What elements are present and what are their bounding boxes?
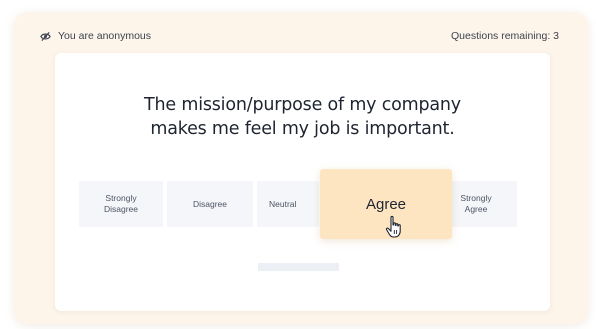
option-strongly-disagree-line-1: Strongly	[105, 193, 137, 203]
eye-slash-icon	[40, 31, 51, 41]
progress-bar	[258, 263, 339, 271]
option-neutral[interactable]: Neutral	[257, 181, 319, 227]
option-strongly-disagree[interactable]: Strongly Disagree	[79, 181, 163, 227]
option-disagree-label: Disagree	[192, 198, 228, 209]
hand-pointer-icon	[385, 215, 401, 238]
option-disagree[interactable]: Disagree	[167, 181, 253, 227]
questions-remaining: Questions remaining: 3	[451, 30, 559, 42]
anonymous-indicator: You are anonymous	[40, 30, 151, 42]
option-agree-label: Agree	[365, 195, 407, 213]
option-strongly-agree-line-1: Strongly	[460, 193, 492, 203]
question-line-2: makes me feel my job is important.	[150, 119, 455, 139]
anonymous-label: You are anonymous	[58, 30, 152, 42]
option-neutral-label: Neutral	[269, 198, 297, 209]
option-strongly-disagree-line-2: Disagree	[103, 204, 139, 214]
option-strongly-agree-line-2: Agree	[464, 204, 488, 214]
survey-topbar: You are anonymous Questions remaining: 3	[40, 29, 559, 43]
question-text: The mission/purpose of my company makes …	[55, 93, 550, 141]
question-card: The mission/purpose of my company makes …	[55, 53, 550, 311]
question-line-1: The mission/purpose of my company	[144, 95, 461, 115]
